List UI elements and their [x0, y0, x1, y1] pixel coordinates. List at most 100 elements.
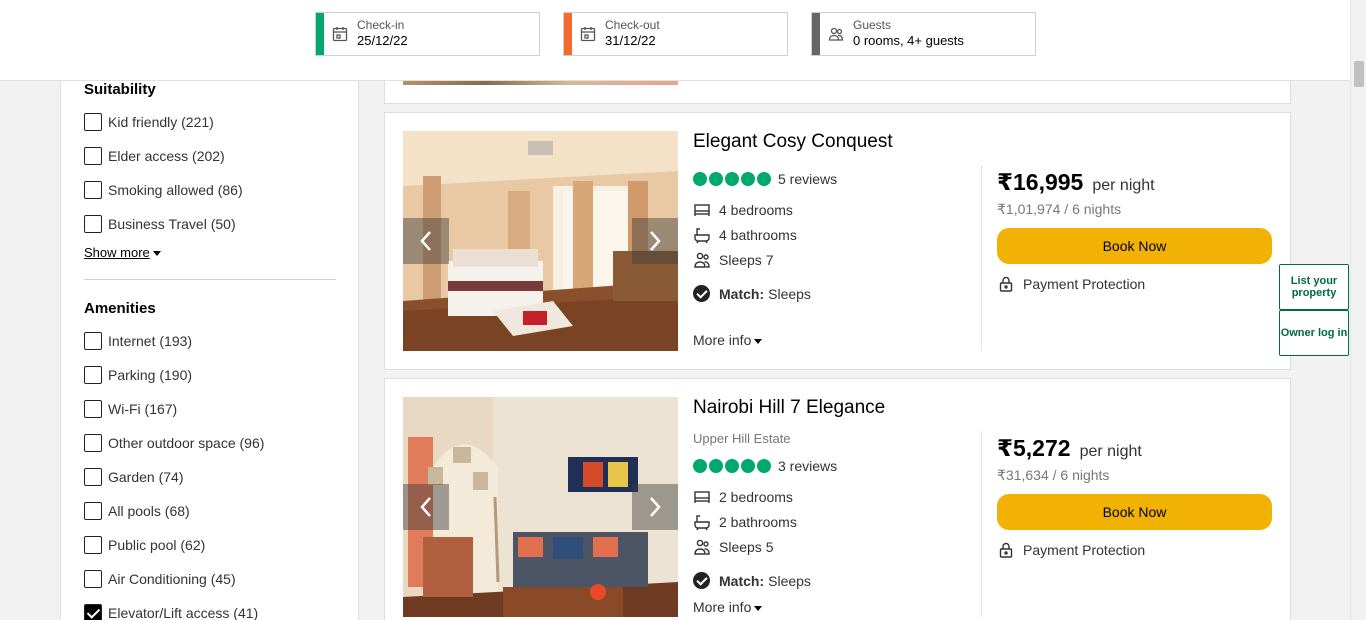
more-info-label: More info: [693, 332, 752, 348]
bathrooms-label: 2 bathrooms: [719, 514, 797, 530]
filter-internet[interactable]: Internet (193): [84, 331, 192, 351]
book-now-button[interactable]: Book Now: [997, 494, 1272, 530]
filter-label: Smoking allowed (86): [108, 182, 243, 198]
people-icon: [828, 27, 844, 41]
match-label: Match:: [719, 285, 765, 302]
checkin-field[interactable]: Check-in 25/12/22: [315, 12, 540, 56]
checkbox[interactable]: [84, 400, 102, 418]
checkbox[interactable]: [84, 434, 102, 452]
filter-public-pool[interactable]: Public pool (62): [84, 535, 205, 555]
page-scrollbar[interactable]: [1350, 0, 1366, 620]
more-info-link[interactable]: More info: [693, 599, 763, 615]
bathrooms-feature: 4 bathrooms: [693, 226, 797, 244]
guests-field[interactable]: Guests 0 rooms, 4+ guests: [811, 12, 1036, 56]
filter-elder-access[interactable]: Elder access (202): [84, 146, 225, 166]
listing-title[interactable]: Elegant Cosy Conquest: [693, 131, 893, 153]
listing-photo[interactable]: [403, 397, 678, 617]
filter-label: Parking (190): [108, 367, 193, 383]
lock-icon: [999, 276, 1013, 292]
checkout-value: 31/12/22: [605, 33, 656, 48]
rating-row[interactable]: 5 reviews: [693, 171, 837, 187]
chevron-left-icon: [420, 231, 431, 251]
filter-label: Wi-Fi (167): [108, 401, 178, 417]
filter-smoking-allowed[interactable]: Smoking allowed (86): [84, 180, 243, 200]
rating-bubble-icon: [725, 459, 739, 473]
price-row: ₹5,272 per night: [997, 435, 1142, 462]
filter-elevator-lift[interactable]: Elevator/Lift access (41): [84, 603, 258, 620]
bedrooms-feature: 2 bedrooms: [693, 488, 793, 506]
checkbox[interactable]: [84, 215, 102, 233]
rating-bubble-icon: [693, 459, 707, 473]
book-now-button[interactable]: Book Now: [997, 228, 1272, 264]
review-count: 3 reviews: [778, 458, 838, 474]
previous-photo-button[interactable]: [403, 218, 449, 264]
match-value: Sleeps: [768, 285, 811, 302]
guests-label: Guests: [853, 18, 892, 32]
next-photo-button[interactable]: [632, 218, 678, 264]
rating-bubble-icon: [757, 459, 771, 473]
match-row: Match: Sleeps: [693, 285, 811, 302]
chevron-right-icon: [650, 231, 661, 251]
checkbox[interactable]: [84, 536, 102, 554]
checkin-strip: [316, 13, 324, 55]
filter-all-pools[interactable]: All pools (68): [84, 501, 190, 521]
match-row: Match: Sleeps: [693, 572, 811, 589]
checkbox[interactable]: [84, 332, 102, 350]
checkbox[interactable]: [84, 147, 102, 165]
checkbox[interactable]: [84, 181, 102, 199]
chevron-down-icon: [152, 251, 161, 257]
rating-bubble-icon: [725, 172, 739, 186]
filter-other-outdoor-space[interactable]: Other outdoor space (96): [84, 433, 264, 453]
bathrooms-feature: 2 bathrooms: [693, 513, 797, 531]
scrollbar-thumb[interactable]: [1354, 61, 1364, 87]
divider: [981, 431, 982, 617]
filter-label: Elevator/Lift access (41): [108, 605, 259, 620]
filter-air-conditioning[interactable]: Air Conditioning (45): [84, 569, 236, 589]
next-photo-button[interactable]: [632, 484, 678, 530]
people-icon: [694, 539, 710, 555]
filter-garden[interactable]: Garden (74): [84, 467, 183, 487]
listing-photo[interactable]: [403, 131, 678, 351]
sleeps-feature: Sleeps 7: [693, 251, 773, 269]
show-more-link[interactable]: Show more: [84, 245, 161, 260]
bathtub-icon: [694, 228, 710, 244]
chevron-right-icon: [650, 497, 661, 517]
show-more-label: Show more: [84, 245, 150, 260]
list-your-property-button[interactable]: List your property: [1279, 264, 1349, 310]
checkbox[interactable]: [84, 113, 102, 131]
checkin-value: 25/12/22: [357, 33, 408, 48]
bed-icon: [694, 491, 710, 503]
checkbox[interactable]: [84, 468, 102, 486]
nightly-price: ₹5,272: [997, 435, 1071, 461]
payment-protection-label: Payment Protection: [1023, 542, 1146, 558]
filter-kid-friendly[interactable]: Kid friendly (221): [84, 112, 214, 132]
bathrooms-label: 4 bathrooms: [719, 227, 797, 243]
payment-protection-label: Payment Protection: [1023, 276, 1146, 292]
match-value: Sleeps: [768, 572, 811, 589]
listing-title[interactable]: Nairobi Hill 7 Elegance: [693, 397, 885, 419]
per-night-label: per night: [1079, 443, 1142, 460]
checkbox[interactable]: [84, 570, 102, 588]
filter-label: Other outdoor space (96): [108, 435, 265, 451]
bed-icon: [694, 204, 710, 216]
filter-business-travel[interactable]: Business Travel (50): [84, 214, 236, 234]
owner-login-button[interactable]: Owner log in: [1279, 310, 1349, 356]
total-price: ₹1,01,974 / 6 nights: [997, 201, 1122, 217]
listing-area: Upper Hill Estate: [693, 431, 791, 446]
filter-parking[interactable]: Parking (190): [84, 365, 192, 385]
suitability-title: Suitability: [84, 81, 156, 98]
checkbox[interactable]: [84, 502, 102, 520]
bedrooms-label: 4 bedrooms: [719, 202, 793, 218]
bedrooms-label: 2 bedrooms: [719, 489, 793, 505]
checkout-field[interactable]: Check-out 31/12/22: [563, 12, 788, 56]
rating-row[interactable]: 3 reviews: [693, 458, 837, 474]
check-circle-icon: [693, 285, 710, 302]
more-info-link[interactable]: More info: [693, 332, 763, 348]
checkbox-checked[interactable]: [84, 604, 102, 620]
divider: [84, 279, 336, 280]
checkbox[interactable]: [84, 366, 102, 384]
filter-wifi[interactable]: Wi-Fi (167): [84, 399, 177, 419]
rating-bubble-icon: [757, 172, 771, 186]
rating-bubble-icon: [709, 459, 723, 473]
previous-photo-button[interactable]: [403, 484, 449, 530]
